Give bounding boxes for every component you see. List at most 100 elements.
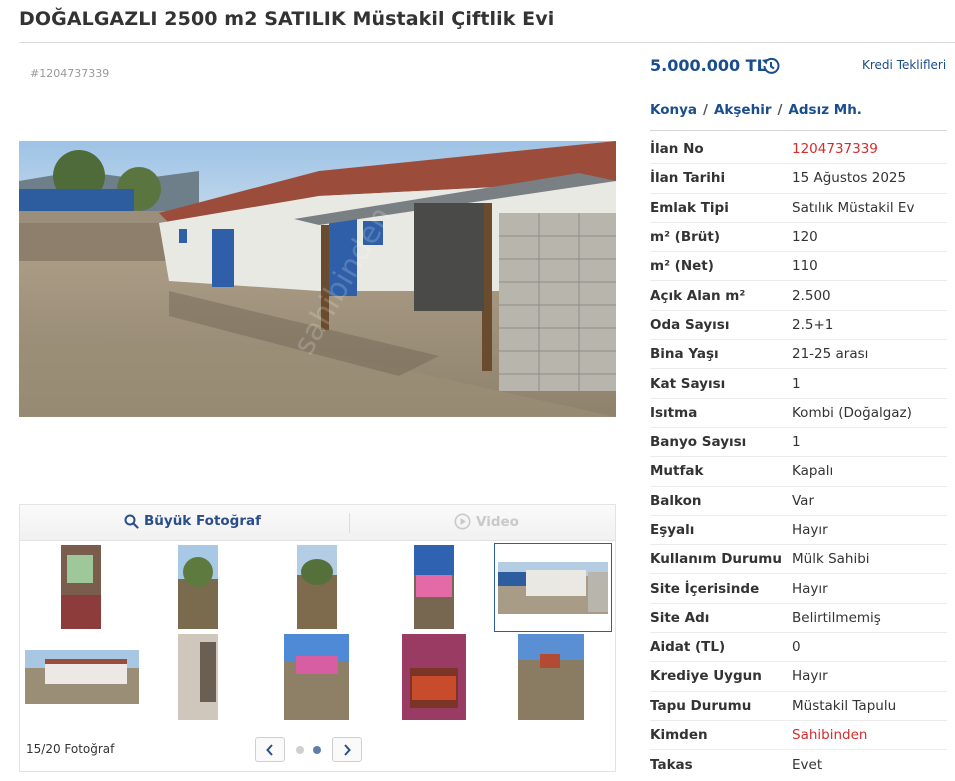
detail-label: Oda Sayısı bbox=[650, 316, 730, 333]
detail-label: Kullanım Durumu bbox=[650, 551, 782, 568]
detail-row: Kimden Sahibinden bbox=[650, 721, 947, 751]
detail-row: Oda Sayısı 2.5+1 bbox=[650, 311, 947, 341]
detail-label: Tapu Durumu bbox=[650, 697, 752, 714]
thumbnail-gallery: 15/20 Fotoğraf bbox=[19, 540, 616, 772]
price-history-icon[interactable] bbox=[760, 55, 782, 77]
detail-label: Açık Alan m² bbox=[650, 287, 746, 304]
breadcrumb-district[interactable]: Akşehir bbox=[714, 102, 772, 118]
detail-row: Balkon Var bbox=[650, 487, 947, 516]
detail-value: 1 bbox=[792, 434, 801, 451]
loan-offers-link[interactable]: Kredi Teklifleri bbox=[862, 58, 946, 72]
magnifier-icon bbox=[124, 514, 139, 529]
video-label: Video bbox=[476, 513, 519, 530]
detail-value: Var bbox=[792, 492, 815, 509]
thumbnail[interactable] bbox=[518, 634, 584, 720]
detail-row: Aidat (TL) 0 bbox=[650, 633, 947, 663]
detail-row: Eşyalı Hayır bbox=[650, 516, 947, 546]
detail-row: Tapu Durumu Müstakil Tapulu bbox=[650, 692, 947, 721]
detail-value: Hayır bbox=[792, 580, 828, 597]
detail-value: Hayır bbox=[792, 668, 828, 685]
detail-label: Banyo Sayısı bbox=[650, 434, 747, 451]
detail-row: m² (Brüt) 120 bbox=[650, 223, 947, 253]
detail-value: Mülk Sahibi bbox=[792, 551, 870, 568]
detail-row: Site İçerisinde Hayır bbox=[650, 574, 947, 604]
detail-label: Takas bbox=[650, 756, 693, 773]
detail-value: Kapalı bbox=[792, 463, 834, 480]
detail-value: Kombi (Doğalgaz) bbox=[792, 404, 912, 421]
listing-price: 5.000.000 TL bbox=[650, 56, 767, 75]
detail-row: Kat Sayısı 1 bbox=[650, 369, 947, 399]
thumbnail[interactable] bbox=[402, 634, 466, 720]
detail-label: m² (Net) bbox=[650, 258, 714, 275]
thumbnail-selected[interactable] bbox=[494, 543, 612, 632]
detail-label: İlan No bbox=[650, 141, 704, 158]
detail-row: Isıtma Kombi (Doğalgaz) bbox=[650, 399, 947, 428]
detail-row: İlan No 1204737339 bbox=[650, 135, 947, 165]
detail-label: Site Adı bbox=[650, 609, 710, 626]
thumbnail[interactable] bbox=[178, 545, 218, 629]
detail-value: 15 Ağustos 2025 bbox=[792, 170, 907, 187]
breadcrumb-neighborhood[interactable]: Adsız Mh. bbox=[788, 102, 862, 118]
breadcrumb-city[interactable]: Konya bbox=[650, 102, 697, 118]
detail-row: Banyo Sayısı 1 bbox=[650, 428, 947, 458]
detail-row: Kullanım Durumu Mülk Sahibi bbox=[650, 545, 947, 575]
detail-label: Balkon bbox=[650, 492, 702, 509]
detail-value: 0 bbox=[792, 639, 801, 656]
chevron-left-icon bbox=[266, 743, 273, 756]
big-photo-button[interactable]: Büyük Fotoğraf bbox=[124, 513, 261, 529]
detail-row: Takas Evet bbox=[650, 750, 947, 779]
detail-value: 1 bbox=[792, 375, 801, 392]
detail-label: Site İçerisinde bbox=[650, 580, 760, 597]
breadcrumb-divider bbox=[650, 130, 947, 131]
detail-value: 21-25 arası bbox=[792, 346, 869, 363]
pager-dot[interactable] bbox=[296, 746, 304, 754]
thumbnail[interactable] bbox=[414, 545, 454, 629]
detail-row: Mutfak Kapalı bbox=[650, 457, 947, 487]
big-photo-label: Büyük Fotoğraf bbox=[144, 513, 261, 529]
detail-value: Sahibinden bbox=[792, 727, 868, 744]
title-divider bbox=[19, 42, 955, 43]
detail-value: Belirtilmemiş bbox=[792, 609, 881, 626]
listing-title: DOĞALGAZLI 2500 m2 SATILIK Müstakil Çift… bbox=[19, 8, 555, 30]
detail-value: 110 bbox=[792, 258, 818, 275]
detail-row: Açık Alan m² 2.500 bbox=[650, 281, 947, 311]
detail-label: Krediye Uygun bbox=[650, 668, 762, 685]
prev-photo-button[interactable] bbox=[255, 737, 285, 762]
detail-value: Hayır bbox=[792, 522, 828, 538]
pager-dot-active[interactable] bbox=[313, 746, 321, 754]
detail-label: Eşyalı bbox=[650, 522, 695, 538]
main-photo[interactable]: sahibinden bbox=[19, 141, 616, 417]
next-photo-button[interactable] bbox=[332, 737, 362, 762]
detail-value: Satılık Müstakil Ev bbox=[792, 199, 915, 216]
photo-counter: 15/20 Fotoğraf bbox=[26, 742, 115, 756]
media-toolbar: Büyük Fotoğraf Video bbox=[19, 504, 616, 540]
detail-row: Bina Yaşı 21-25 arası bbox=[650, 340, 947, 370]
detail-label: Aidat (TL) bbox=[650, 639, 726, 656]
listing-details-table: İlan No 1204737339 İlan Tarihi 15 Ağustos 2… bbox=[650, 135, 947, 780]
media-divider bbox=[349, 513, 350, 533]
detail-label: Kimden bbox=[650, 727, 708, 744]
breadcrumb: Konya / Akşehir / Adsız Mh. bbox=[650, 102, 862, 118]
detail-value: 2.5+1 bbox=[792, 316, 834, 333]
chevron-right-icon bbox=[344, 743, 351, 756]
detail-label: Mutfak bbox=[650, 463, 704, 480]
thumbnail[interactable] bbox=[284, 634, 349, 720]
detail-value: 2.500 bbox=[792, 287, 831, 304]
detail-row: Emlak Tipi Satılık Müstakil Ev bbox=[650, 194, 947, 223]
thumbnail[interactable] bbox=[297, 545, 337, 629]
thumbnail[interactable] bbox=[178, 634, 218, 720]
detail-label: Isıtma bbox=[650, 404, 698, 421]
video-button[interactable]: Video bbox=[454, 513, 519, 530]
play-icon bbox=[454, 513, 471, 530]
listing-id-tag: #1204737339 bbox=[30, 67, 110, 80]
detail-label: m² (Brüt) bbox=[650, 229, 721, 246]
breadcrumb-separator: / bbox=[777, 102, 783, 118]
detail-value: 1204737339 bbox=[792, 141, 878, 158]
detail-label: Kat Sayısı bbox=[650, 375, 726, 392]
detail-value: Müstakil Tapulu bbox=[792, 697, 897, 714]
detail-row: İlan Tarihi 15 Ağustos 2025 bbox=[650, 164, 947, 194]
detail-value: 120 bbox=[792, 229, 818, 246]
thumbnail[interactable] bbox=[25, 650, 139, 704]
detail-row: Site Adı Belirtilmemiş bbox=[650, 604, 947, 634]
thumbnail[interactable] bbox=[61, 545, 101, 629]
